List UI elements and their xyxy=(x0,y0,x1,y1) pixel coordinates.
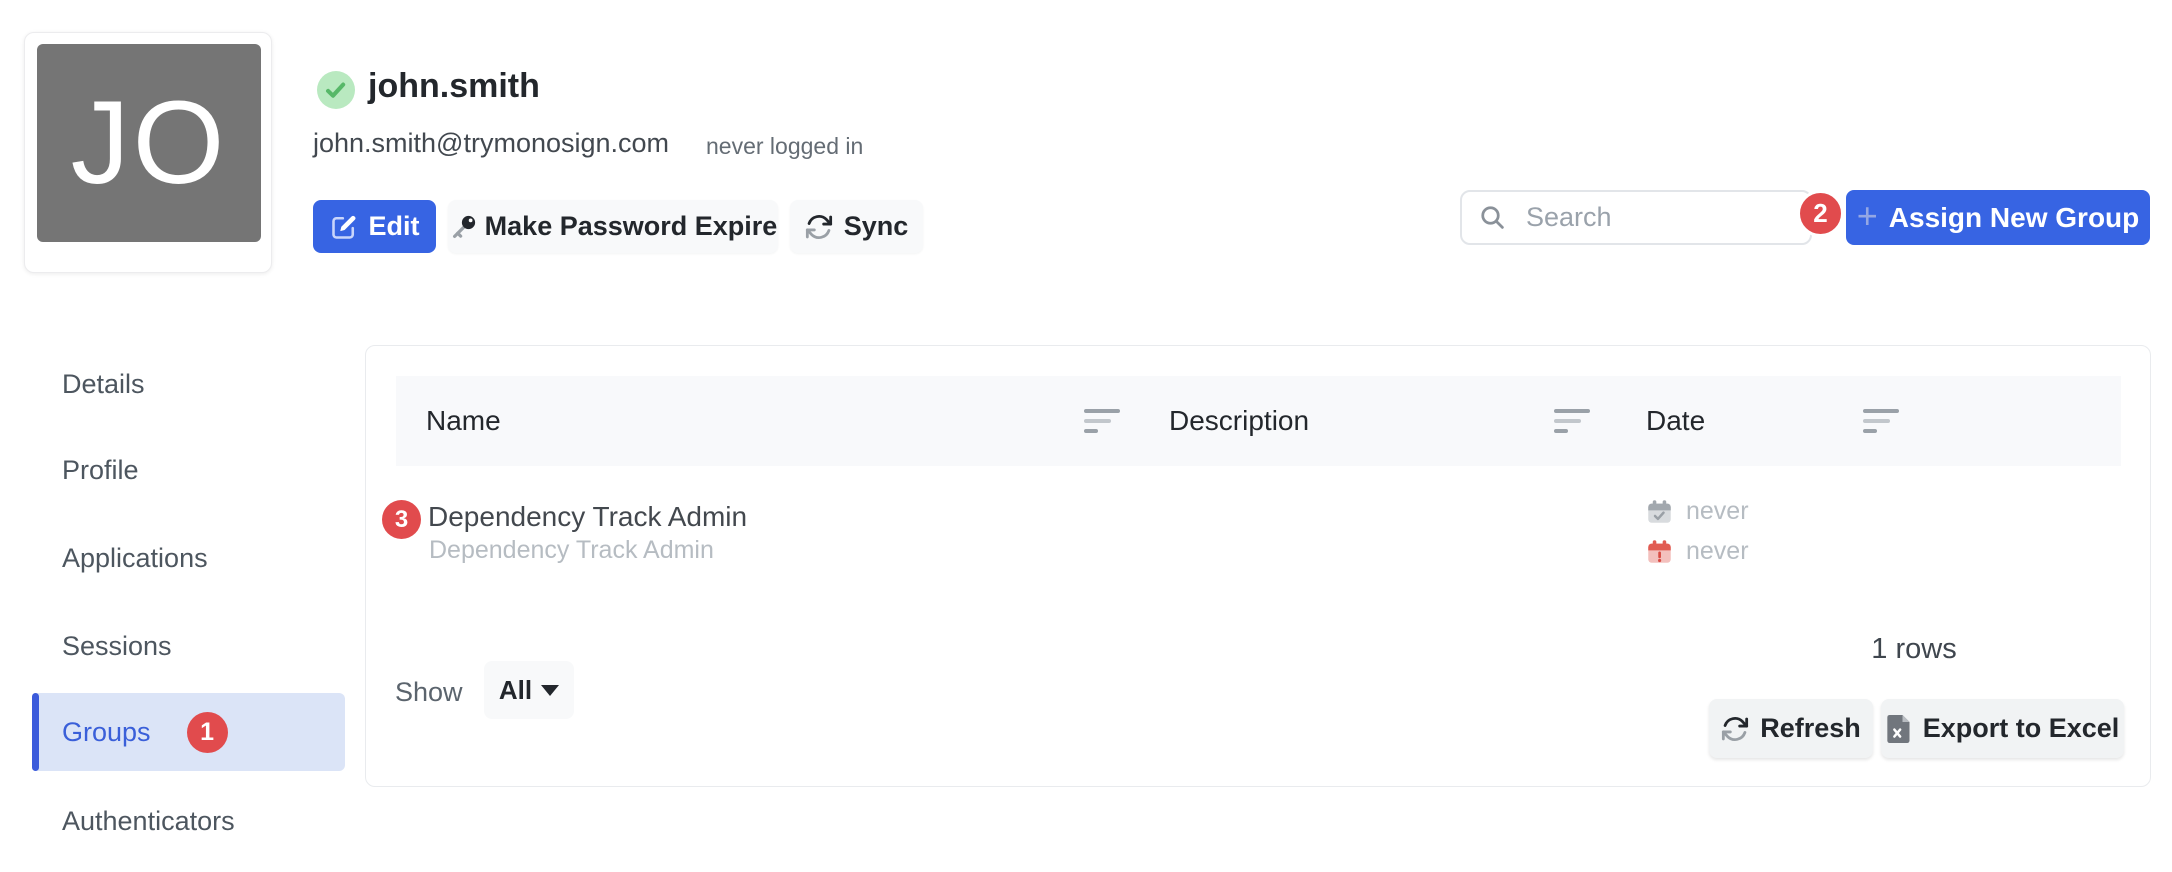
sidebar-item-label: Details xyxy=(62,369,145,400)
date-expires-value: never xyxy=(1686,537,1749,566)
export-button-label: Export to Excel xyxy=(1923,713,2120,744)
column-header-date: Date xyxy=(1646,376,1705,466)
show-label: Show xyxy=(395,677,463,708)
status-check-icon xyxy=(317,71,355,109)
sort-icon-name[interactable] xyxy=(1084,409,1120,433)
user-email: john.smith@trymonosign.com xyxy=(313,128,669,159)
sidebar-item-authenticators[interactable]: Authenticators xyxy=(32,782,345,860)
make-password-expire-label: Make Password Expire xyxy=(485,211,778,242)
annotation-badge-3: 3 xyxy=(382,500,421,539)
sort-icon-description[interactable] xyxy=(1554,409,1590,433)
calendar-alert-icon xyxy=(1646,538,1673,565)
annotation-badge-3-number: 3 xyxy=(395,506,408,534)
date-created-value: never xyxy=(1686,497,1749,526)
login-status: never logged in xyxy=(706,133,863,160)
refresh-button[interactable]: Refresh xyxy=(1709,699,1873,758)
edit-pencil-icon xyxy=(330,213,358,241)
sidebar-item-profile[interactable]: Profile xyxy=(32,431,345,509)
search-input[interactable] xyxy=(1460,190,1812,245)
column-header-name: Name xyxy=(426,376,501,466)
active-indicator-bar xyxy=(32,693,39,771)
page-title-username: john.smith xyxy=(368,67,540,106)
assign-new-group-button[interactable]: + Assign New Group xyxy=(1846,190,2150,245)
group-row-name[interactable]: Dependency Track Admin xyxy=(428,501,747,533)
sidebar-item-details[interactable]: Details xyxy=(32,345,345,423)
annotation-badge-2: 2 xyxy=(1797,190,1844,237)
avatar: JO xyxy=(37,44,261,242)
sidebar-item-label: Sessions xyxy=(62,631,172,662)
sidebar-item-label: Applications xyxy=(62,543,208,574)
sync-button[interactable]: Sync xyxy=(790,200,923,253)
sidebar-item-sessions[interactable]: Sessions xyxy=(32,607,345,685)
sidebar-item-label: Profile xyxy=(62,455,139,486)
table-header-row: Name Description Date xyxy=(396,376,2121,466)
page-size-value: All xyxy=(499,675,532,706)
refresh-button-label: Refresh xyxy=(1760,713,1861,744)
annotation-badge-1: 1 xyxy=(187,712,228,753)
assign-new-group-label: Assign New Group xyxy=(1889,202,2139,234)
annotation-badge-1-number: 1 xyxy=(200,718,214,747)
edit-button-label: Edit xyxy=(369,211,420,242)
search-box xyxy=(1460,190,1812,245)
key-icon xyxy=(449,212,479,242)
user-detail-page: JO john.smith john.smith@trymonosign.com… xyxy=(0,0,2172,872)
group-row-description: Dependency Track Admin xyxy=(429,536,714,565)
sync-icon xyxy=(805,213,833,241)
chevron-down-icon xyxy=(541,685,559,696)
calendar-check-icon xyxy=(1646,498,1673,525)
export-to-excel-button[interactable]: Export to Excel xyxy=(1881,699,2124,758)
sidebar-item-groups[interactable]: Groups 1 xyxy=(32,693,345,771)
excel-file-icon xyxy=(1886,715,1912,743)
avatar-card: JO xyxy=(24,32,272,273)
sidebar-item-label: Groups xyxy=(62,717,151,748)
page-size-dropdown[interactable]: All xyxy=(484,661,574,719)
sidebar-item-label: Authenticators xyxy=(62,806,235,837)
avatar-initials: JO xyxy=(71,75,228,211)
row-count: 1 rows xyxy=(1834,633,1994,666)
groups-panel: Name Description Date 3 Dependency Track… xyxy=(365,345,2151,787)
refresh-icon xyxy=(1721,715,1749,743)
sidebar-item-applications[interactable]: Applications xyxy=(32,519,345,597)
annotation-badge-2-number: 2 xyxy=(1813,198,1827,229)
sync-button-label: Sync xyxy=(844,211,909,242)
make-password-expire-button[interactable]: Make Password Expire xyxy=(448,200,778,253)
column-header-description: Description xyxy=(1169,376,1309,466)
edit-button[interactable]: Edit xyxy=(313,200,436,253)
group-row-date-created: never xyxy=(1646,497,1749,526)
search-icon xyxy=(1478,203,1508,233)
group-row-date-expires: never xyxy=(1646,537,1749,566)
sort-icon-date[interactable] xyxy=(1863,409,1899,433)
